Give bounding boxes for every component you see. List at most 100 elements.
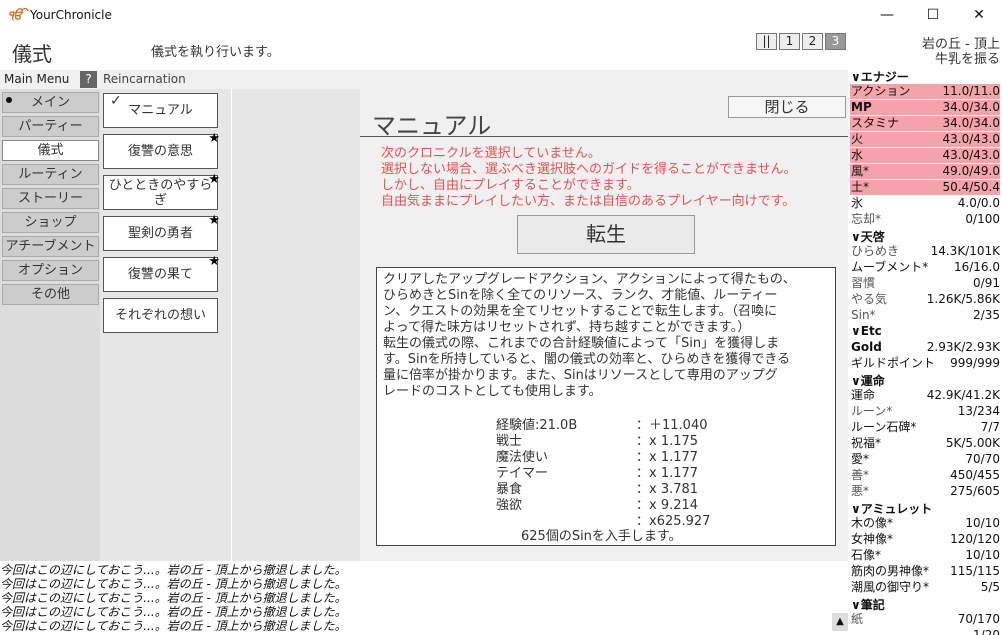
resource-row: 1/20 — [850, 628, 1000, 635]
resource-row: 善* 450/455 — [850, 468, 1000, 483]
resource-value: 275/605 — [950, 484, 1000, 498]
menu-label: パーティー — [18, 119, 83, 134]
menu-options[interactable]: オプション — [2, 260, 99, 281]
resource-label: 忘却* — [851, 212, 882, 226]
reincarnation-respite[interactable]: ★ ひとときのやすらぎ — [103, 172, 220, 210]
log-line: 今回はこの辺にしておこう...。岩の丘 - 頂上から撤退しました。 — [0, 605, 347, 619]
speed-controls: || 1 2 3 — [756, 33, 846, 50]
resource-row: 筋肉の男神像* 115/115 — [850, 564, 1000, 579]
speed-3-button[interactable]: 3 — [825, 33, 846, 50]
menu-label: ストーリー — [17, 191, 83, 206]
log-line: 今回はこの辺にしておこう...。岩の丘 - 頂上から撤退しました。 — [0, 577, 347, 591]
resource-value: 5K/5.00K — [945, 436, 1000, 450]
app-icon: ੴ — [8, 8, 23, 22]
page-title: 儀式 — [12, 42, 52, 66]
resource-section-header[interactable]: ∨筆記 — [851, 596, 885, 613]
resource-row: やる気 1.26K/5.86K — [850, 292, 1000, 307]
resource-row: 氷 4.0/0.0 — [850, 196, 1000, 211]
resource-label: ルーン* — [851, 404, 893, 418]
resource-section-header[interactable]: ∨天啓 — [851, 228, 885, 245]
resource-value: 2/35 — [973, 308, 1000, 322]
resource-label: 火 — [851, 132, 864, 146]
menu-party[interactable]: パーティー — [2, 116, 99, 137]
resource-section-header[interactable]: ∨Etc — [851, 324, 882, 338]
resource-value: 50.4/50.4 — [942, 180, 1000, 194]
resource-label: MP — [851, 100, 872, 114]
page-header: 儀式 儀式を執り行います。 || 1 2 3 岩の丘 - 頂上 牛乳を振る — [0, 31, 1002, 71]
menu-routine[interactable]: ルーティン — [2, 164, 99, 185]
resource-value: 34.0/34.0 — [942, 100, 1000, 114]
menu-main[interactable]: メイン — [2, 92, 99, 113]
resource-row: ルーン* 13/234 — [850, 404, 1000, 419]
resource-value: 7/7 — [980, 420, 1000, 434]
resource-value: 11.0/11.0 — [942, 84, 1000, 98]
menu-label: その他 — [30, 287, 70, 302]
resource-value: 115/115 — [950, 564, 1000, 578]
resource-label: 祝福* — [851, 436, 882, 450]
menu-ritual[interactable]: 儀式 — [2, 140, 99, 161]
resource-section-header[interactable]: ∨運命 — [851, 372, 885, 389]
resource-label: 潮風の御守り* — [851, 580, 930, 594]
reincarnation-label: それぞれの想い — [114, 308, 206, 323]
reincarnation-each-thought[interactable]: それぞれの想い — [103, 298, 218, 333]
resource-row: 女神像* 120/120 — [850, 532, 1000, 547]
resource-row: 運命 42.9K/41.2K — [850, 388, 1000, 403]
menu-shop[interactable]: ショップ — [2, 212, 99, 233]
resource-row: 火 43.0/43.0 — [850, 132, 1000, 147]
resource-row: 潮風の御守り* 5/5 — [850, 580, 1000, 595]
resource-section-header[interactable]: ∨エナジー — [851, 68, 909, 85]
menu-bar: Main Menu ? Reincarnation — [0, 70, 848, 89]
check-icon: ✓ — [110, 93, 122, 109]
resource-label: 紙 — [851, 612, 864, 626]
reincarnate-button[interactable]: 転生 — [517, 215, 695, 254]
resource-label: 土* — [851, 180, 870, 194]
star-icon: ★ — [208, 254, 220, 269]
resource-row: Sin* 2/35 — [850, 308, 1000, 323]
resource-value: 0/100 — [965, 212, 1000, 226]
speed-1-button[interactable]: 1 — [779, 33, 800, 50]
resource-value: 70/70 — [965, 452, 1000, 466]
reincarnation-label: 復讐の果て — [127, 267, 193, 282]
menu-achievement[interactable]: アチーブメント — [2, 236, 99, 257]
resource-row: ギルドポイント 999/999 — [850, 356, 1000, 371]
menu-label: ショップ — [24, 215, 77, 230]
pause-button[interactable]: || — [756, 33, 777, 50]
resource-section-header[interactable]: ∨アミュレット — [851, 500, 932, 517]
reincarnation-end-of-revenge[interactable]: ★ 復讐の果て — [103, 254, 220, 292]
menu-other[interactable]: その他 — [2, 284, 99, 305]
speed-2-button[interactable]: 2 — [802, 33, 823, 50]
reincarnation-holy-sword-hero[interactable]: ★ 聖剣の勇者 — [103, 213, 220, 251]
menu-label: メイン — [30, 95, 70, 110]
window-titlebar: ੴ YourChronicle — ☐ ✕ — [0, 0, 1002, 31]
resource-label: Sin* — [851, 308, 876, 322]
resource-row: 習慣 0/91 — [850, 276, 1000, 291]
star-icon: ★ — [208, 213, 220, 228]
description-line: ひらめきとSinを除く全てのリソース、ランク、才能値、ルーティー — [383, 288, 778, 303]
resource-value: 13/234 — [957, 404, 1000, 418]
resource-value: 0/91 — [973, 276, 1000, 290]
resource-label: 水 — [851, 148, 864, 162]
resource-row: 愛* 70/70 — [850, 452, 1000, 467]
description-line: す。Sinを所持していると、闇の儀式の効率と、ひらめきを獲得できる — [383, 352, 791, 367]
minimize-button[interactable]: — — [864, 0, 910, 31]
log-line: 今回はこの辺にしておこう...。岩の丘 - 頂上から撤退しました。 — [0, 619, 347, 633]
description-box: クリアしたアップグレードアクション、アクションによって得たもの、 ひらめきとSi… — [376, 267, 836, 546]
maximize-button[interactable]: ☐ — [910, 0, 956, 31]
reincarnation-manual[interactable]: ✓ マニュアル — [103, 93, 218, 128]
help-button[interactable]: ? — [80, 71, 97, 88]
resource-row: 石像* 10/10 — [850, 548, 1000, 563]
log-scroll-up-button[interactable]: ▲ — [832, 613, 848, 631]
resource-value: 999/999 — [950, 356, 1000, 370]
menu-story[interactable]: ストーリー — [2, 188, 99, 209]
resource-row: 水 43.0/43.0 — [850, 148, 1000, 163]
description-line: よって得た味方はリセットされず、持ち越すことができます。） — [383, 320, 751, 335]
description-line: レードのコストとしても使用します。 — [383, 384, 602, 399]
close-button[interactable]: 閉じる — [728, 96, 846, 118]
resource-value: 2.93K/2.93K — [926, 340, 1000, 354]
log-line: 今回はこの辺にしておこう...。岩の丘 - 頂上から撤退しました。 — [0, 563, 347, 577]
resource-label: 風* — [851, 164, 870, 178]
close-window-button[interactable]: ✕ — [956, 0, 1002, 31]
resource-label: スタミナ — [851, 116, 900, 130]
reincarnation-label: 復讐の意思 — [127, 144, 193, 159]
reincarnation-revenge-will[interactable]: ★ 復讐の意思 — [103, 131, 220, 169]
